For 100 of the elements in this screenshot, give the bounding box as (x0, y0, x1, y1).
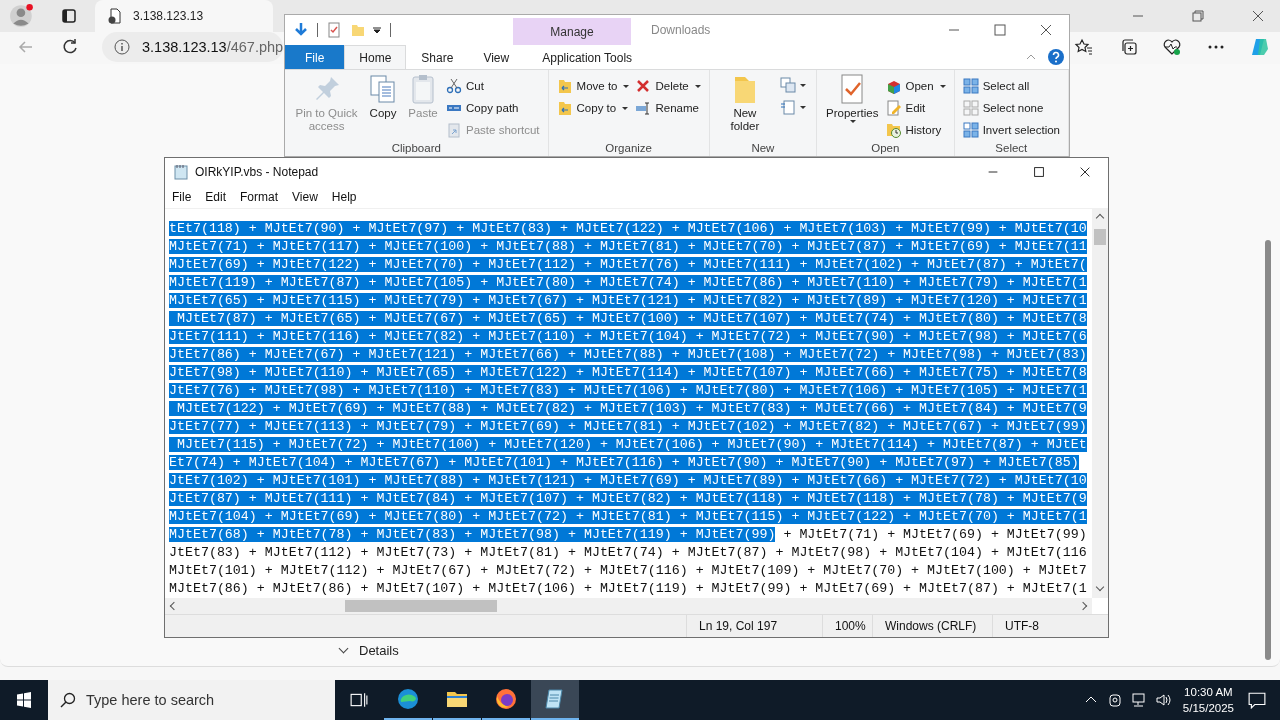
code-text: MJtEt7(104) + MJtEt7(69) + MJtEt7(80) + MJtEt7(72) + MJtEt7(81) + MJtEt7(115) + MJtEt7(122) + MJtEt7(70) + MJtEt7(1 (169, 509, 1087, 524)
code-text: JtEt7(102) + MJtEt7(101) + MJtEt7(88) + MJtEt7(121) + MJtEt7(69) + MJtEt7(89) + MJtEt7(66) + MJtEt7(72) + MJtEt7(10 (169, 473, 1087, 488)
easy-access-button[interactable] (780, 98, 807, 116)
menu-item[interactable]: View (292, 190, 318, 204)
folder-arrow-icon (556, 78, 573, 94)
tab-actions-icon[interactable] (61, 8, 77, 24)
camera-icon[interactable] (1106, 692, 1123, 708)
ribbon-button[interactable]: Cut (446, 76, 540, 96)
scrollbar[interactable] (165, 598, 1092, 614)
grid-icon (962, 122, 979, 138)
profile-icon[interactable] (9, 3, 35, 29)
group-label: Organize (604, 141, 653, 155)
status-text: Windows (CRLF) (872, 615, 992, 637)
volume-icon[interactable] (1154, 692, 1171, 708)
help-icon[interactable] (1047, 48, 1065, 66)
code-text: JtEt7(111) + MJtEt7(116) + MJtEt7(82) + MJtEt7(110) + MJtEt7(104) + MJtEt7(72) + MJtEt7(90) + MJtEt7(98) + MJtEt7(6 (169, 329, 1087, 344)
group-label: Select (994, 141, 1029, 155)
rename-icon (635, 100, 652, 116)
clock-date[interactable]: 5/15/2025 (1182, 700, 1234, 716)
caret-icon[interactable] (372, 25, 382, 35)
close-icon[interactable] (1250, 8, 1266, 24)
code-text: MJtEt7(86) + MJtEt7(86) + MJtEt7(107) + MJtEt7(106) + MJtEt7(119) + MJtEt7(99) + MJtEt7(69) + MJtEt7(87) + MJtEt7(1 (169, 581, 1087, 596)
code-text: Et7(74) + MJtEt7(104) + MJtEt7(67) + MJtEt7(101) + MJtEt7(116) + MJtEt7(90) + MJtEt7(90) + MJtEt7(97) + MJtEt7(85) (169, 455, 1079, 470)
maximize-icon[interactable] (1032, 165, 1046, 179)
search-icon (60, 692, 76, 708)
browser-tab[interactable]: 3.138.123.13 (95, 0, 273, 32)
code-text: MJtEt7(87) + MJtEt7(65) + MJtEt7(67) + MJtEt7(65) + MJtEt7(100) + MJtEt7(107) + MJtEt7(74) + MJtEt7(80) + MJtEt7(8 (169, 311, 1087, 326)
caret-icon (623, 84, 630, 88)
menu-item[interactable]: File (172, 190, 192, 204)
code-text: JtEt7(76) + MJtEt7(98) + MJtEt7(110) + MJtEt7(83) + MJtEt7(106) + MJtEt7(80) + MJtEt7(106) + MJtEt7(105) + MJtEt7(1 (169, 383, 1087, 398)
status-text: Ln 19, Col 197 (686, 615, 822, 637)
browser-icon (396, 687, 420, 711)
task-view-icon[interactable] (350, 691, 368, 709)
taskbar-app[interactable] (531, 680, 579, 720)
favorites-icon[interactable] (1074, 37, 1094, 57)
search-field[interactable]: Type here to search (48, 680, 335, 720)
grid-icon (962, 78, 979, 94)
new-item-button[interactable] (780, 76, 807, 94)
ribbon-button[interactable]: Rename (635, 98, 701, 118)
scrollbar[interactable] (1092, 209, 1108, 598)
ribbon-tab[interactable]: Home (344, 45, 407, 69)
caret-icon (939, 84, 946, 88)
group-label: New (750, 141, 776, 155)
ribbon-button[interactable]: Copy (364, 72, 403, 120)
window-title: Downloads (651, 23, 711, 37)
ribbon-tab[interactable]: File (285, 45, 345, 69)
status-text: UTF-8 (992, 615, 1108, 637)
scissors-icon (446, 78, 463, 94)
menu-item[interactable]: Edit (205, 190, 227, 204)
empty-grid-icon (962, 100, 979, 116)
network-icon[interactable] (1130, 692, 1147, 708)
code-text: JtEt7(87) + MJtEt7(111) + MJtEt7(84) + MJtEt7(107) + MJtEt7(82) + MJtEt7(118) + MJtEt7(118) + MJtEt7(78) + MJtEt7(9 (169, 491, 1087, 506)
code-text: MJtEt7(71) + MJtEt7(117) + MJtEt7(100) + MJtEt7(88) + MJtEt7(81) + MJtEt7(70) + MJtEt7(87) + MJtEt7(69) + MJtEt7(11 (169, 239, 1087, 254)
clock-time[interactable]: 10:30 AM (1184, 684, 1233, 700)
notification-icon[interactable] (1248, 691, 1266, 709)
folder-copy-icon (556, 100, 573, 116)
ribbon-button[interactable]: Copy path (446, 98, 540, 118)
ribbon-button[interactable]: History (885, 120, 946, 140)
restore-icon[interactable] (1190, 8, 1206, 24)
checklist-icon[interactable] (326, 22, 342, 38)
code-text: MJtEt7(68) + MJtEt7(78) + MJtEt7(83) + MJtEt7(98) + MJtEt7(119) + MJtEt7(99) (169, 527, 776, 542)
code-text: MJtEt7(69) + MJtEt7(122) + MJtEt7(70) + MJtEt7(112) + MJtEt7(76) + MJtEt7(111) + MJtEt7(102) + MJtEt7(87) + MJtEt7( (169, 257, 1087, 272)
group-label: Clipboard (390, 141, 442, 155)
ribbon-button[interactable]: Invert selection (962, 120, 1060, 140)
ribbon-button[interactable]: Edit (885, 98, 946, 118)
ribbon-button[interactable]: New folder (715, 72, 775, 133)
fox-browser-icon (494, 687, 518, 711)
close-icon[interactable] (1038, 22, 1054, 38)
address-bar[interactable]: 3.138.123.13/467.php (102, 32, 284, 62)
menu-item[interactable]: Format (240, 190, 279, 204)
code-text: + MJtEt7(71) + MJtEt7(69) + MJtEt7(99) (782, 527, 1087, 542)
ribbon-button[interactable]: Select none (962, 98, 1060, 118)
window-title: OIRkYIP.vbs - Notepad (195, 165, 319, 179)
menu-item[interactable]: Help (331, 190, 357, 204)
ribbon-button[interactable]: Delete (635, 76, 701, 96)
code-text: MJtEt7(101) + MJtEt7(112) + MJtEt7(67) + MJtEt7(72) + MJtEt7(116) + MJtEt7(109) + MJtEt7(70) + MJtEt7(100) + MJtEt7 (169, 563, 1087, 578)
ribbon-button[interactable]: Move to (556, 76, 630, 96)
windows-icon[interactable] (16, 692, 32, 708)
group-label: Open (870, 141, 901, 155)
copilot-icon[interactable] (1250, 37, 1270, 57)
ribbon-button[interactable]: Copy to (556, 98, 630, 118)
code-text: JtEt7(83) + MJtEt7(112) + MJtEt7(73) + MJtEt7(81) + MJtEt7(74) + MJtEt7(87) + MJtEt7(98) + MJtEt7(104) + MJtEt7(116 (169, 545, 1087, 560)
health-icon[interactable] (1162, 37, 1182, 57)
ribbon-button[interactable]: Open (885, 76, 946, 96)
notepad-icon (173, 164, 189, 180)
code-text: JtEt7(77) + MJtEt7(113) + MJtEt7(79) + MJtEt7(69) + MJtEt7(81) + MJtEt7(102) + MJtEt7(82) + MJtEt7(67) + MJtEt7(99) (169, 419, 1087, 434)
ribbon-tab[interactable]: View (468, 45, 525, 69)
caret-icon (622, 106, 629, 110)
status-text: 100% (822, 615, 872, 637)
page-icon (107, 8, 123, 24)
caret-icon (850, 120, 857, 123)
clock-icon (885, 122, 902, 138)
ribbon-button[interactable]: Properties (823, 72, 882, 123)
ribbon-button[interactable]: Select all (962, 76, 1060, 96)
cube-icon (885, 78, 902, 94)
close-icon[interactable] (1078, 165, 1092, 179)
code-text: JtEt7(86) + MJtEt7(67) + MJtEt7(121) + MJtEt7(66) + MJtEt7(88) + MJtEt7(108) + MJtEt7(72) + MJtEt7(98) + MJtEt7(83) (169, 347, 1087, 362)
code-text: MJtEt7(65) + MJtEt7(115) + MJtEt7(79) + MJtEt7(67) + MJtEt7(121) + MJtEt7(82) + MJtEt7(89) + MJtEt7(120) + MJtEt7(1 (169, 293, 1087, 308)
ribbon-tab[interactable]: Share (406, 45, 469, 69)
details-toggle[interactable]: Details (340, 643, 399, 658)
